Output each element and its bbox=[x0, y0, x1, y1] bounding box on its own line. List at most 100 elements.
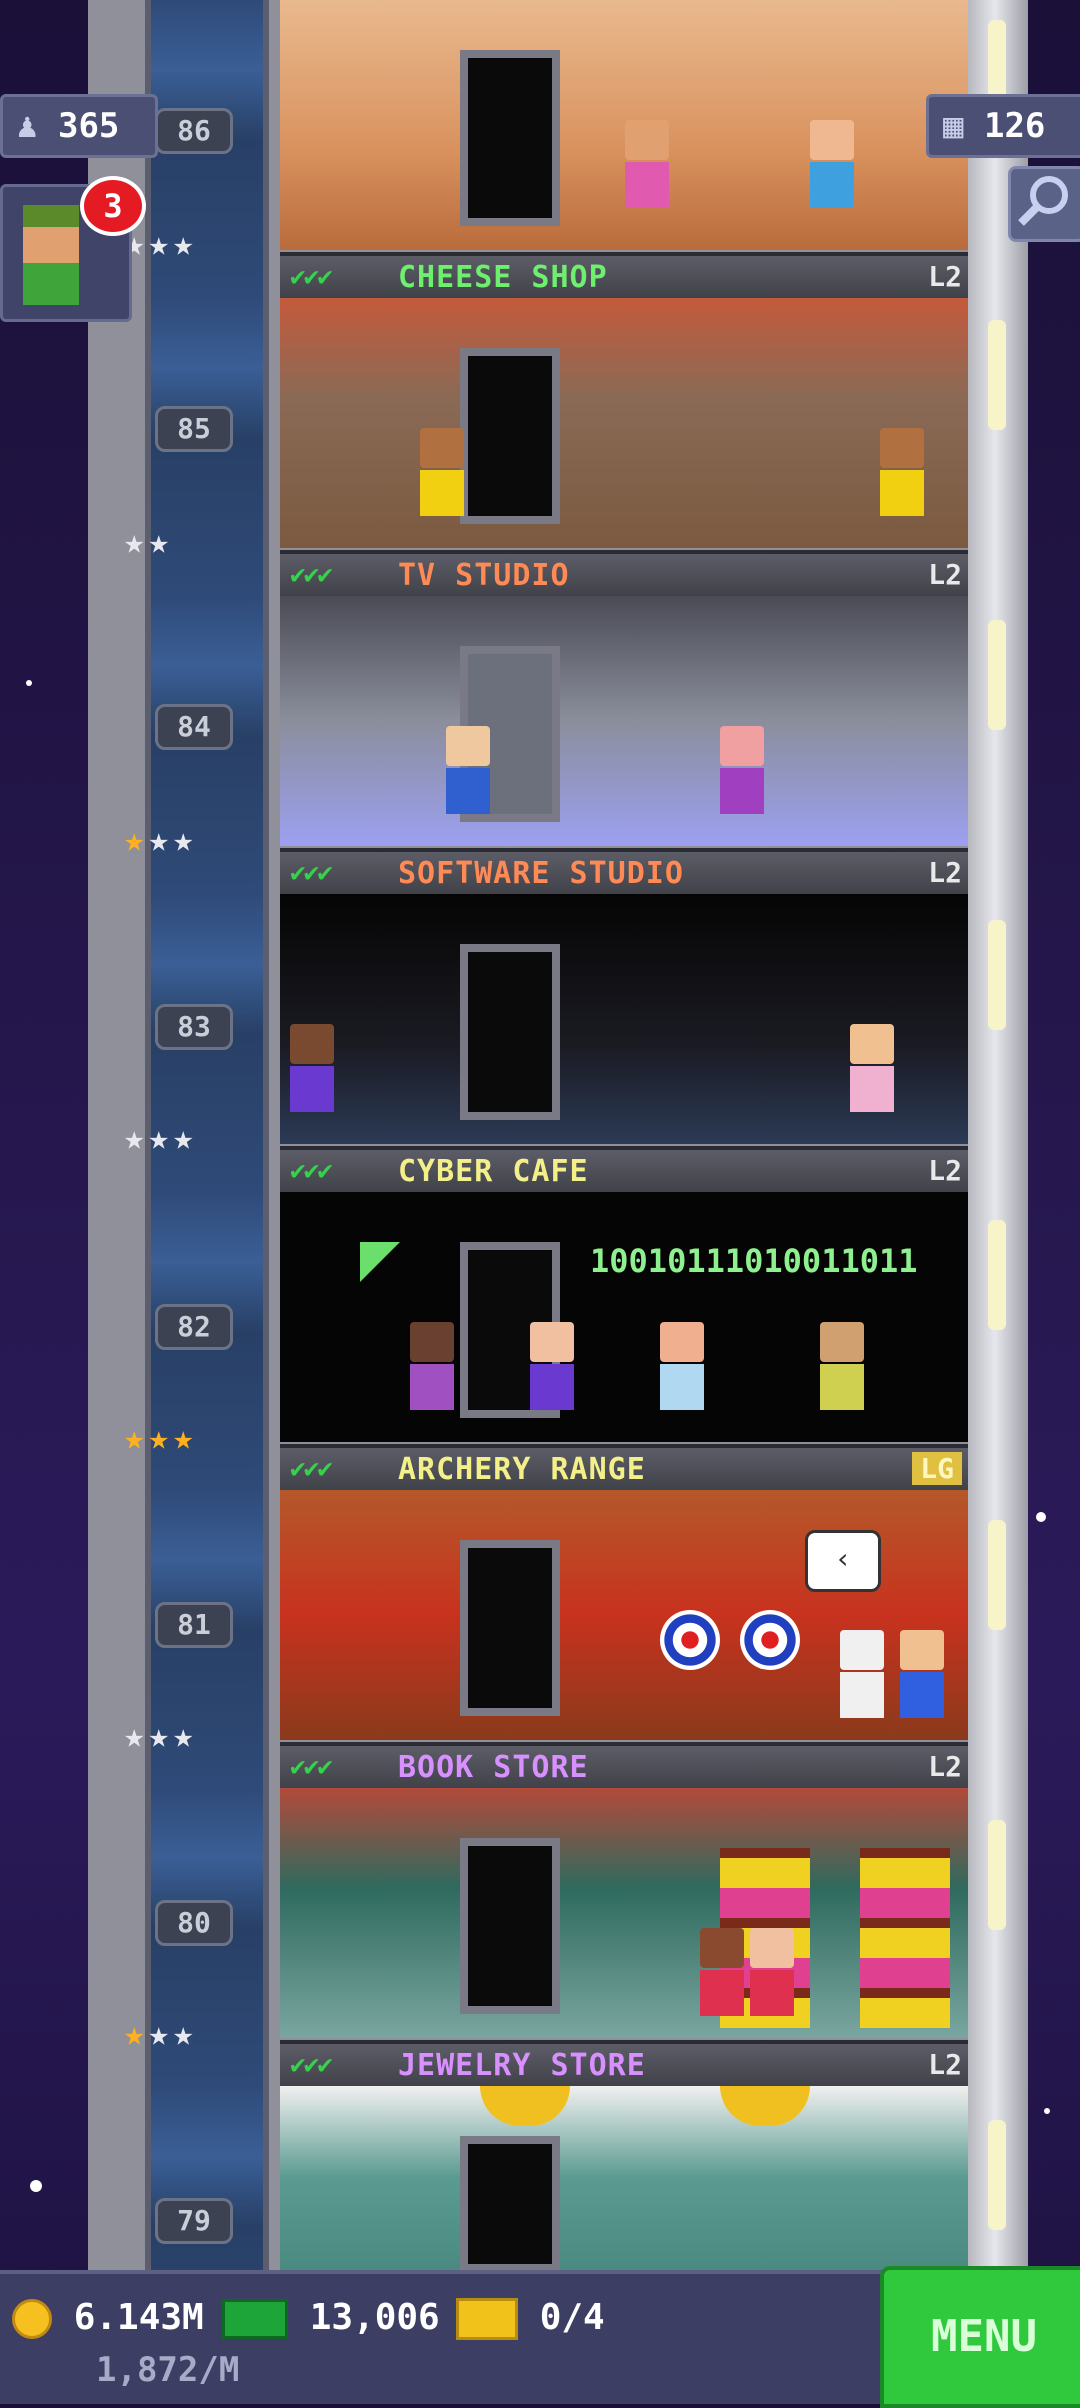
person-icon: ♟ bbox=[17, 106, 38, 146]
stock-checkmarks: ✔✔✔ bbox=[290, 262, 333, 292]
floor-level: L2 bbox=[928, 2048, 962, 2081]
floor-name: CHEESE SHOP bbox=[398, 260, 608, 295]
wall-lamp bbox=[988, 620, 1006, 730]
archery-target bbox=[660, 1610, 720, 1670]
tickets-counter[interactable]: 0/4 bbox=[456, 2296, 605, 2340]
resident[interactable] bbox=[840, 1630, 884, 1720]
floor-book-store[interactable]: ‹ ✔✔✔ BOOK STORE L2 bbox=[280, 1490, 968, 1788]
stock-checkmarks: ✔✔✔ bbox=[290, 1454, 333, 1484]
income-rate: 1,872/M bbox=[96, 2350, 240, 2390]
archery-target bbox=[740, 1610, 800, 1670]
floor-banner[interactable]: ✔✔✔ CHEESE SHOP L2 bbox=[280, 252, 968, 298]
floor-cyber-cafe[interactable]: ✔✔✔ CYBER CAFE L2 bbox=[280, 894, 968, 1192]
vip-avatar bbox=[23, 205, 79, 305]
floor-stars: ★★★ bbox=[124, 2014, 198, 2054]
coins-value: 6.143M bbox=[73, 2297, 204, 2338]
resident[interactable] bbox=[850, 1024, 894, 1114]
thought-bubble[interactable]: ‹ bbox=[805, 1530, 881, 1592]
resident[interactable] bbox=[700, 1928, 744, 2018]
room-interior bbox=[280, 2086, 968, 2270]
resident[interactable] bbox=[820, 1322, 864, 1412]
floor-79[interactable] bbox=[280, 2086, 968, 2270]
floor-stars: ★★★ bbox=[124, 1716, 198, 1756]
floor-jewelry-store[interactable]: ✔✔✔ JEWELRY STORE L2 bbox=[280, 1788, 968, 2086]
stock-checkmarks: ✔✔✔ bbox=[290, 560, 333, 590]
floor-cheese-shop[interactable]: ✔✔✔ CHEESE SHOP L2 bbox=[280, 0, 968, 298]
bux-value: 13,006 bbox=[309, 2297, 440, 2338]
room-door bbox=[460, 50, 560, 226]
chandelier bbox=[720, 2086, 810, 2126]
floor-stars: ★★ bbox=[124, 522, 173, 562]
floor-name: ARCHERY RANGE bbox=[398, 1452, 646, 1487]
floor-stars: ★★★ bbox=[124, 224, 198, 264]
floor-banner[interactable]: ✔✔✔ BOOK STORE L2 bbox=[280, 1742, 968, 1788]
resident[interactable] bbox=[290, 1024, 334, 1114]
room-interior bbox=[280, 0, 968, 250]
background-star bbox=[30, 2180, 42, 2192]
population-counter[interactable]: ♟ 365 bbox=[0, 94, 158, 158]
floor-level: L2 bbox=[928, 1750, 962, 1783]
floor-tv-studio[interactable]: ✔✔✔ TV STUDIO L2 bbox=[280, 298, 968, 596]
floor-banner[interactable]: ✔✔✔ CYBER CAFE L2 bbox=[280, 1146, 968, 1192]
notification-badge[interactable]: 3 bbox=[80, 176, 146, 236]
floor-name: JEWELRY STORE bbox=[398, 2048, 646, 2083]
floor-stars: ★★★ bbox=[124, 820, 198, 860]
floor-number: 81 bbox=[155, 1602, 233, 1648]
resident[interactable] bbox=[420, 428, 464, 518]
population-value: 365 bbox=[57, 106, 120, 146]
floor-level: L2 bbox=[928, 260, 962, 293]
floor-number: 85 bbox=[155, 406, 233, 452]
room-door bbox=[460, 944, 560, 1120]
cursor-icon bbox=[360, 1242, 400, 1282]
bux-counter[interactable]: 13,006 bbox=[222, 2296, 440, 2340]
resident[interactable] bbox=[750, 1928, 794, 2018]
room-interior bbox=[280, 1788, 968, 2038]
resident[interactable] bbox=[720, 726, 764, 816]
room-door bbox=[460, 348, 560, 524]
floor-banner[interactable]: ✔✔✔ ARCHERY RANGE LG bbox=[280, 1444, 968, 1490]
resident[interactable] bbox=[530, 1322, 574, 1412]
wall-lamp bbox=[988, 920, 1006, 1030]
stock-checkmarks: ✔✔✔ bbox=[290, 1156, 333, 1186]
stock-checkmarks: ✔✔✔ bbox=[290, 1752, 333, 1782]
search-button[interactable] bbox=[1008, 166, 1080, 242]
floor-level: LG bbox=[912, 1452, 962, 1485]
resident[interactable] bbox=[625, 120, 669, 210]
magnifier-icon bbox=[1018, 176, 1068, 226]
floor-level: L2 bbox=[928, 1154, 962, 1187]
floor-name: CYBER CAFE bbox=[398, 1154, 589, 1189]
ticket-icon bbox=[456, 2298, 518, 2340]
floor-banner[interactable]: ✔✔✔ TV STUDIO L2 bbox=[280, 550, 968, 596]
floor-name: TV STUDIO bbox=[398, 558, 570, 593]
menu-button[interactable]: MENU bbox=[880, 2266, 1080, 2408]
floor-name: SOFTWARE STUDIO bbox=[398, 856, 684, 891]
building-icon: ▦ bbox=[943, 106, 964, 146]
bookshelf bbox=[860, 1848, 950, 2028]
resident[interactable] bbox=[410, 1322, 454, 1412]
floor-archery-range[interactable]: 10010111010011011 ✔✔✔ ARCHERY RANGE LG bbox=[280, 1192, 968, 1490]
floor-stars: ★★★ bbox=[124, 1418, 198, 1458]
floor-banner[interactable]: ✔✔✔ JEWELRY STORE L2 bbox=[280, 2040, 968, 2086]
floor-number: 83 bbox=[155, 1004, 233, 1050]
resident[interactable] bbox=[900, 1630, 944, 1720]
background-star bbox=[1044, 2108, 1050, 2114]
room-interior bbox=[280, 298, 968, 548]
wall-lamp bbox=[988, 320, 1006, 430]
resident[interactable] bbox=[660, 1322, 704, 1412]
resident[interactable] bbox=[810, 120, 854, 210]
floor-level: L2 bbox=[928, 856, 962, 889]
stock-checkmarks: ✔✔✔ bbox=[290, 858, 333, 888]
wall-lamp bbox=[988, 2120, 1006, 2230]
resident[interactable] bbox=[880, 428, 924, 518]
floor-counter[interactable]: ▦ 126 bbox=[926, 94, 1080, 158]
floor-stars: ★★★ bbox=[124, 1118, 198, 1158]
floor-banner[interactable]: ✔✔✔ SOFTWARE STUDIO L2 bbox=[280, 848, 968, 894]
wall-lamp bbox=[988, 1820, 1006, 1930]
stock-checkmarks: ✔✔✔ bbox=[290, 2050, 333, 2080]
resident[interactable] bbox=[446, 726, 490, 816]
floor-software-studio[interactable]: ✔✔✔ SOFTWARE STUDIO L2 bbox=[280, 596, 968, 894]
wall-lamp bbox=[988, 1520, 1006, 1630]
coins-counter[interactable]: 6.143M bbox=[12, 2296, 204, 2340]
room-door bbox=[460, 1540, 560, 1716]
bux-icon bbox=[222, 2299, 288, 2339]
